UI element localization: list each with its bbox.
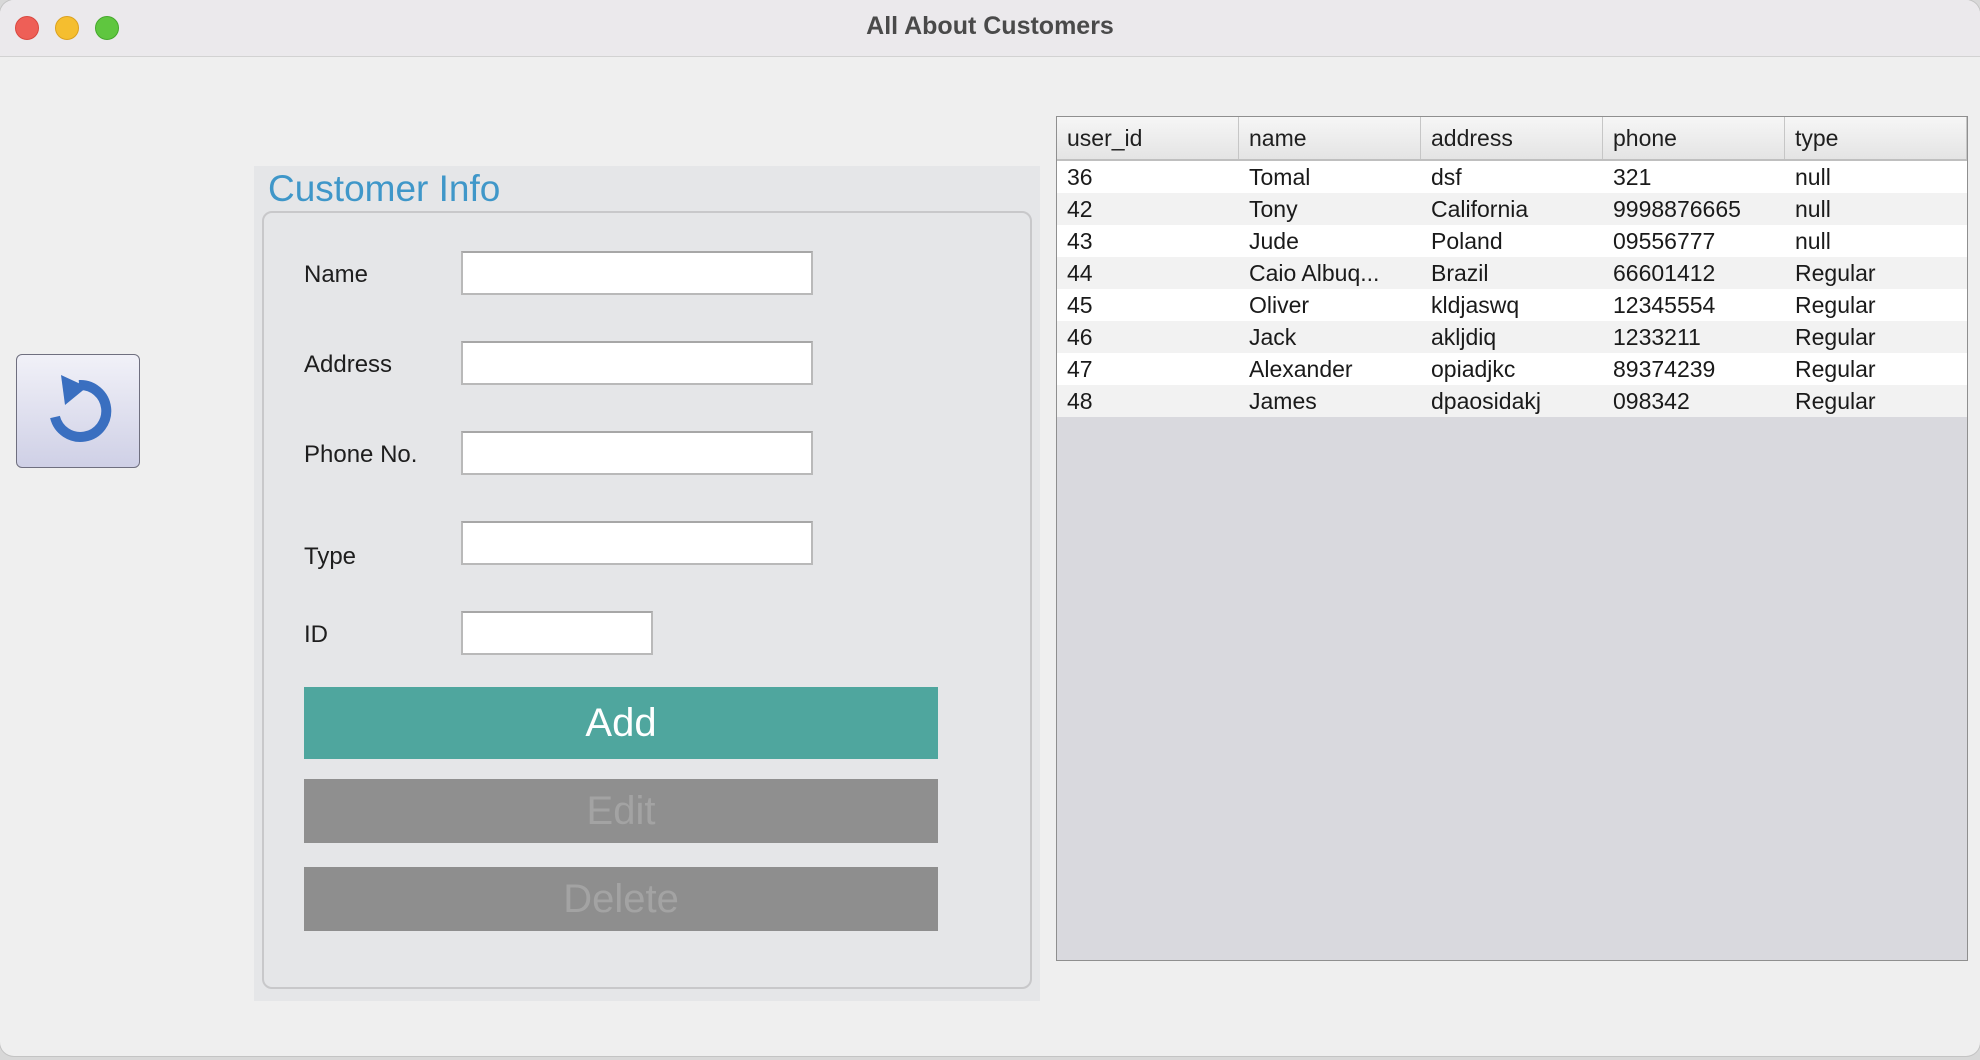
cell-name: Jack (1249, 324, 1297, 350)
cell-phone: 098342 (1613, 388, 1690, 414)
table-row[interactable]: 36 Tomal dsf 321 null (1057, 161, 1967, 193)
cell-name: Caio Albuq... (1249, 260, 1380, 286)
address-input[interactable] (463, 343, 811, 383)
cell-user-id: 48 (1067, 388, 1093, 414)
type-label: Type (304, 543, 357, 570)
cell-address: dsf (1431, 164, 1462, 190)
cell-phone: 1233211 (1613, 324, 1701, 350)
cell-name: Oliver (1249, 292, 1310, 318)
name-input[interactable] (463, 253, 811, 293)
table-row[interactable]: 45 Oliver kldjaswq 12345554 Regular (1057, 289, 1967, 321)
id-input[interactable] (463, 613, 651, 653)
cell-name: Tony (1249, 196, 1298, 222)
table-header: user_id name address phone type (1057, 117, 1967, 161)
id-field[interactable] (461, 611, 653, 655)
phone-input[interactable] (463, 433, 811, 473)
back-button[interactable] (16, 354, 140, 468)
cell-user-id: 44 (1067, 260, 1093, 286)
title-bar: All About Customers (0, 0, 1980, 57)
cell-name: Alexander (1249, 356, 1353, 382)
column-header-name[interactable]: name (1239, 117, 1421, 159)
customer-info-panel: Customer Info Name Address Phone No. Typ… (254, 166, 1040, 1001)
cell-type: Regular (1795, 356, 1876, 382)
cell-name: Jude (1249, 228, 1299, 254)
cell-address: akljdiq (1431, 324, 1497, 350)
cell-name: James (1249, 388, 1317, 414)
address-label: Address (304, 351, 393, 378)
customer-form: Name Address Phone No. Type ID Add Edit (262, 211, 1032, 989)
cell-address: Brazil (1431, 260, 1489, 286)
table-row[interactable]: 44 Caio Albuq... Brazil 66601412 Regular (1057, 257, 1967, 289)
cell-address: kldjaswq (1431, 292, 1520, 318)
type-input[interactable] (463, 523, 811, 563)
delete-button[interactable]: Delete (304, 867, 938, 931)
cell-type: Regular (1795, 292, 1876, 318)
cell-phone: 9998876665 (1613, 196, 1741, 222)
window-title: All About Customers (866, 12, 1114, 40)
name-label: Name (304, 261, 369, 288)
add-button[interactable]: Add (304, 687, 938, 759)
table-row[interactable]: 48 James dpaosidakj 098342 Regular (1057, 385, 1967, 417)
edit-button[interactable]: Edit (304, 779, 938, 843)
cell-type: Regular (1795, 260, 1876, 286)
type-field[interactable] (461, 521, 813, 565)
cell-phone: 321 (1613, 164, 1652, 190)
cell-phone: 66601412 (1613, 260, 1716, 286)
cell-phone: 12345554 (1613, 292, 1716, 318)
column-header-type[interactable]: type (1785, 117, 1967, 159)
cell-type: null (1795, 228, 1831, 254)
table-row[interactable]: 47 Alexander opiadjkc 89374239 Regular (1057, 353, 1967, 385)
cell-address: opiadjkc (1431, 356, 1516, 382)
app-window: All About Customers Customer Info Name A… (0, 0, 1980, 1056)
cell-type: Regular (1795, 388, 1876, 414)
cell-type: Regular (1795, 324, 1876, 350)
cell-user-id: 36 (1067, 164, 1093, 190)
id-label: ID (304, 621, 328, 648)
panel-title: Customer Info (268, 168, 501, 209)
table-row[interactable]: 43 Jude Poland 09556777 null (1057, 225, 1967, 257)
phone-label: Phone No. (304, 441, 418, 468)
cell-address: dpaosidakj (1431, 388, 1541, 414)
cell-type: null (1795, 196, 1831, 222)
phone-field[interactable] (461, 431, 813, 475)
column-header-phone[interactable]: phone (1603, 117, 1785, 159)
cell-address: Poland (1431, 228, 1503, 254)
cell-name: Tomal (1249, 164, 1311, 190)
cell-address: California (1431, 196, 1529, 222)
cell-type: null (1795, 164, 1831, 190)
cell-user-id: 46 (1067, 324, 1093, 350)
undo-arrow-icon (50, 375, 112, 442)
cell-user-id: 47 (1067, 356, 1093, 382)
column-header-user-id[interactable]: user_id (1057, 117, 1239, 159)
table-row[interactable]: 42 Tony California 9998876665 null (1057, 193, 1967, 225)
cell-user-id: 43 (1067, 228, 1093, 254)
cell-phone: 89374239 (1613, 356, 1716, 382)
customers-table[interactable]: user_id name address phone type 36 Tomal… (1056, 116, 1968, 961)
column-header-address[interactable]: address (1421, 117, 1603, 159)
name-field[interactable] (461, 251, 813, 295)
cell-phone: 09556777 (1613, 228, 1716, 254)
address-field[interactable] (461, 341, 813, 385)
cell-user-id: 45 (1067, 292, 1093, 318)
table-row[interactable]: 46 Jack akljdiq 1233211 Regular (1057, 321, 1967, 353)
cell-user-id: 42 (1067, 196, 1093, 222)
